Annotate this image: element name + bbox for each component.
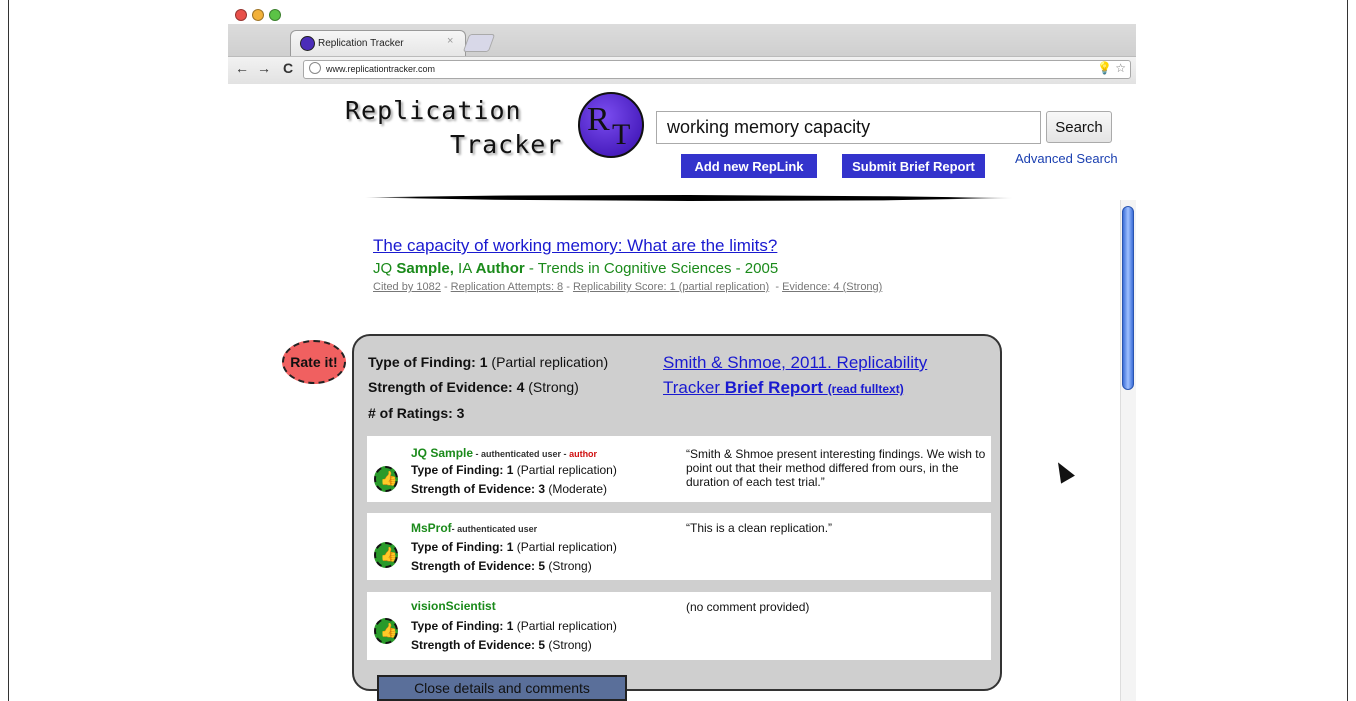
result-meta: Cited by 1082 - Replication Attempts: 8 … xyxy=(373,281,883,293)
mouse-cursor-icon xyxy=(1051,458,1075,484)
rating-user: JQ Sample - authenticated user - author xyxy=(411,446,598,460)
replication-attempts-link[interactable]: Replication Attempts: 8 xyxy=(451,281,564,293)
user-link[interactable]: MsProf xyxy=(411,521,452,535)
rating-comment: “This is a clean replication.” xyxy=(686,521,833,535)
forward-arrow-icon[interactable]: → xyxy=(257,60,271,76)
minimize-window-button[interactable] xyxy=(252,9,264,21)
bookmark-star-icon[interactable]: 💡 ☆ xyxy=(1097,61,1126,75)
rating-type: Type of Finding: 1 (Partial replication) xyxy=(411,540,617,554)
rating-type: Type of Finding: 1 (Partial replication) xyxy=(411,619,617,633)
logo-text-line1: Replication xyxy=(345,96,522,125)
thumb-glyph: 👍 xyxy=(380,470,398,486)
frame-border-left xyxy=(8,0,9,701)
add-replink-button[interactable]: Add new RepLink xyxy=(681,154,817,178)
author-link[interactable]: Author xyxy=(476,260,525,277)
thumb-glyph: 👍 xyxy=(380,546,398,562)
rating-user: MsProf- authenticated user xyxy=(411,521,538,535)
author-link[interactable]: Sample, xyxy=(396,260,454,277)
rating-strength: Strength of Evidence: 3 (Moderate) xyxy=(411,482,608,496)
reload-icon[interactable]: C xyxy=(283,60,293,76)
result-title-link[interactable]: The capacity of working memory: What are… xyxy=(373,236,777,256)
rating-comment: (no comment provided) xyxy=(686,600,810,614)
rating-user: visionScientist xyxy=(411,599,496,613)
brief-report-link-cont[interactable]: Tracker Brief Report (read fulltext) xyxy=(663,378,904,398)
read-fulltext-link[interactable]: (read fulltext) xyxy=(828,382,904,396)
replicability-score-link[interactable]: Replicability Score: 1 (partial replicat… xyxy=(573,281,769,293)
close-window-button[interactable] xyxy=(235,9,247,21)
evidence-link[interactable]: Evidence: 4 (Strong) xyxy=(782,281,882,293)
thumb-glyph: 👍 xyxy=(380,622,398,638)
author-tag: author xyxy=(569,449,598,459)
user-link[interactable]: visionScientist xyxy=(411,599,496,613)
rating-type: Type of Finding: 1 (Partial replication) xyxy=(411,463,617,477)
cited-by-link[interactable]: Cited by 1082 xyxy=(373,281,441,293)
summary-strength-of-evidence: Strength of Evidence: 4 (Strong) xyxy=(368,379,579,395)
user-link[interactable]: JQ Sample xyxy=(411,446,473,460)
logo-letter-t: T xyxy=(612,118,631,151)
brief-report-link[interactable]: Smith & Shmoe, 2011. Replicability xyxy=(663,353,927,373)
logo-text-line2: Tracker xyxy=(450,130,563,159)
rating-strength: Strength of Evidence: 5 (Strong) xyxy=(411,638,592,652)
brush-divider xyxy=(365,195,1013,201)
rate-it-button[interactable]: Rate it! xyxy=(282,340,346,384)
submit-brief-report-button[interactable]: Submit Brief Report xyxy=(842,154,985,178)
summary-type-of-finding: Type of Finding: 1 (Partial replication) xyxy=(368,354,609,370)
zoom-window-button[interactable] xyxy=(269,9,281,21)
result-authors: JQ Sample, IA Author - Trends in Cogniti… xyxy=(373,260,779,277)
summary-number-of-ratings: # of Ratings: 3 xyxy=(368,405,465,421)
frame-border-right xyxy=(1347,0,1348,701)
globe-icon xyxy=(309,62,321,74)
search-input[interactable] xyxy=(656,111,1041,144)
rating-strength: Strength of Evidence: 5 (Strong) xyxy=(411,559,592,573)
back-arrow-icon[interactable]: ← xyxy=(235,60,249,76)
close-details-button[interactable]: Close details and comments xyxy=(377,675,627,701)
logo-letter-r: R xyxy=(587,101,610,138)
favicon-icon xyxy=(300,36,315,51)
search-button[interactable]: Search xyxy=(1046,111,1112,143)
advanced-search-link[interactable]: Advanced Search xyxy=(1015,151,1118,166)
tab-title: Replication Tracker xyxy=(318,38,404,49)
url-text[interactable]: www.replicationtracker.com xyxy=(326,64,435,74)
rating-comment: “Smith & Shmoe present interesting findi… xyxy=(686,447,986,489)
tab-close-icon[interactable]: × xyxy=(447,35,453,47)
scrollbar-thumb[interactable] xyxy=(1122,206,1134,390)
